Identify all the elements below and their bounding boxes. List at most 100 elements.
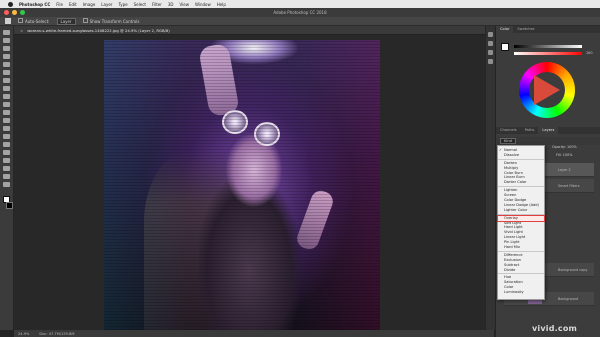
blend-option-divide[interactable]: Divide bbox=[498, 268, 544, 273]
menu-layer[interactable]: Layer bbox=[101, 2, 112, 7]
watermark: vivid.com bbox=[532, 324, 578, 333]
color-wheel[interactable] bbox=[519, 62, 575, 118]
menu-select[interactable]: Select bbox=[134, 2, 146, 7]
mac-menubar: Photoshop CC File Edit Image Layer Type … bbox=[0, 0, 600, 8]
status-bar: 24.9% Doc: 47.7M/159.8M bbox=[14, 330, 494, 337]
tab-color[interactable]: Color bbox=[496, 26, 514, 33]
dodge-tool-icon[interactable] bbox=[3, 134, 10, 139]
menu-type[interactable]: Type bbox=[118, 2, 127, 7]
close-window-icon[interactable] bbox=[4, 10, 9, 15]
fill-value[interactable]: 100% bbox=[563, 153, 573, 157]
tab-layers[interactable]: Layers bbox=[538, 127, 559, 134]
layer-name: Background copy bbox=[558, 268, 588, 272]
color-panel-foreground-swatch[interactable] bbox=[501, 43, 509, 51]
blur-tool-icon[interactable] bbox=[3, 126, 10, 131]
menu-view[interactable]: View bbox=[180, 2, 190, 7]
opacity-control[interactable]: Opacity: 100% bbox=[552, 145, 577, 149]
color-triangle[interactable] bbox=[534, 75, 560, 105]
menu-separator bbox=[498, 250, 544, 252]
eyedropper-tool-icon[interactable] bbox=[3, 70, 10, 75]
libraries-panel-icon[interactable] bbox=[488, 59, 493, 64]
tools-panel bbox=[0, 26, 14, 330]
document-size: Doc: 47.7M/159.8M bbox=[39, 331, 75, 336]
transform-controls-checkbox[interactable]: Show Transform Controls bbox=[82, 18, 140, 24]
menu-file[interactable]: File bbox=[56, 2, 63, 7]
blend-mode-dropdown[interactable]: Normal Dissolve Darken Multiply Color Bu… bbox=[497, 145, 545, 300]
opacity-label: Opacity: bbox=[552, 145, 566, 149]
gradient-tool-icon[interactable] bbox=[3, 118, 10, 123]
auto-select-checkbox[interactable]: Auto-Select: bbox=[18, 18, 50, 24]
history-brush-tool-icon[interactable] bbox=[3, 102, 10, 107]
window-title: Adobe Photoshop CC 2018 bbox=[273, 10, 327, 15]
tab-paths[interactable]: Paths bbox=[521, 127, 539, 134]
zoom-window-icon[interactable] bbox=[20, 10, 25, 15]
menu-help[interactable]: Help bbox=[217, 2, 226, 7]
blend-option-dissolve[interactable]: Dissolve bbox=[498, 153, 544, 158]
transform-controls-label: Show Transform Controls bbox=[89, 19, 140, 24]
minimize-window-icon[interactable] bbox=[12, 10, 17, 15]
color-panel: Color Swatches 100 bbox=[496, 26, 600, 122]
auto-select-dropdown[interactable]: Layer bbox=[56, 17, 76, 25]
menu-separator bbox=[498, 273, 544, 275]
close-document-icon[interactable]: × bbox=[20, 28, 23, 33]
fill-label: Fill: bbox=[556, 153, 562, 157]
document-canvas-image[interactable] bbox=[104, 40, 380, 330]
rectangle-tool-icon[interactable] bbox=[3, 166, 10, 171]
hand-tool-icon[interactable] bbox=[3, 174, 10, 179]
slider-value: 100 bbox=[586, 51, 593, 55]
layer-name: Background bbox=[558, 297, 579, 301]
menu-image[interactable]: Image bbox=[83, 2, 96, 7]
brush-tool-icon[interactable] bbox=[3, 86, 10, 91]
zoom-level[interactable]: 24.9% bbox=[18, 332, 29, 336]
quick-select-tool-icon[interactable] bbox=[3, 54, 10, 59]
pen-tool-icon[interactable] bbox=[3, 142, 10, 147]
eraser-tool-icon[interactable] bbox=[3, 110, 10, 115]
menu-edit[interactable]: Edit bbox=[69, 2, 77, 7]
menu-separator bbox=[498, 186, 544, 188]
options-bar: Auto-Select: Layer Show Transform Contro… bbox=[0, 17, 600, 26]
type-tool-icon[interactable] bbox=[3, 150, 10, 155]
layer-name: Smart Filters bbox=[558, 184, 580, 188]
blend-option-normal[interactable]: Normal bbox=[498, 148, 544, 153]
fill-control[interactable]: Fill: 100% bbox=[556, 153, 572, 157]
tab-swatches[interactable]: Swatches bbox=[513, 26, 538, 33]
artwork-scanlines bbox=[104, 40, 380, 330]
crop-tool-icon[interactable] bbox=[3, 62, 10, 67]
layer-filter-bar: Kind bbox=[496, 137, 600, 145]
lasso-tool-icon[interactable] bbox=[3, 46, 10, 51]
document-tab-label: woman-s-white-framed-sunglasses-1408222.… bbox=[27, 27, 170, 33]
move-tool-icon[interactable] bbox=[3, 30, 10, 35]
blend-option-hard-mix[interactable]: Hard Mix bbox=[498, 245, 544, 250]
saturation-slider[interactable] bbox=[514, 52, 582, 55]
healing-brush-tool-icon[interactable] bbox=[3, 78, 10, 83]
blend-option-darker-color[interactable]: Darker Color bbox=[498, 180, 544, 185]
menu-separator bbox=[498, 213, 544, 215]
clone-stamp-tool-icon[interactable] bbox=[3, 94, 10, 99]
blend-option-lighter-color[interactable]: Lighter Color bbox=[498, 208, 544, 213]
panel-icon-strip bbox=[485, 26, 495, 330]
move-tool-icon[interactable] bbox=[5, 18, 11, 24]
document-tab[interactable]: × woman-s-white-framed-sunglasses-140822… bbox=[14, 26, 494, 35]
menu-filter[interactable]: Filter bbox=[152, 2, 162, 7]
marquee-tool-icon[interactable] bbox=[3, 38, 10, 43]
menu-window[interactable]: Window bbox=[195, 2, 211, 7]
layers-panel-tabs: Channels Paths Layers bbox=[496, 127, 600, 134]
window-titlebar: Adobe Photoshop CC 2018 bbox=[0, 8, 600, 17]
brightness-slider[interactable] bbox=[514, 45, 582, 48]
layer-name: Layer 2 bbox=[558, 168, 571, 172]
kind-filter-dropdown[interactable]: Kind bbox=[500, 138, 516, 144]
apple-icon[interactable] bbox=[8, 1, 13, 7]
path-selection-tool-icon[interactable] bbox=[3, 158, 10, 163]
tab-channels[interactable]: Channels bbox=[496, 127, 521, 134]
auto-select-label: Auto-Select: bbox=[25, 19, 50, 24]
app-name-menu[interactable]: Photoshop CC bbox=[19, 2, 50, 7]
menu-3d[interactable]: 3D bbox=[168, 2, 174, 7]
properties-panel-icon[interactable] bbox=[488, 41, 493, 46]
color-panel-tabs: Color Swatches bbox=[496, 26, 600, 33]
background-color-swatch[interactable] bbox=[5, 202, 13, 209]
blend-option-luminosity[interactable]: Luminosity bbox=[498, 290, 544, 295]
history-panel-icon[interactable] bbox=[488, 32, 493, 37]
opacity-value[interactable]: 100% bbox=[567, 145, 577, 149]
adjustments-panel-icon[interactable] bbox=[488, 50, 493, 55]
zoom-tool-icon[interactable] bbox=[3, 182, 10, 187]
